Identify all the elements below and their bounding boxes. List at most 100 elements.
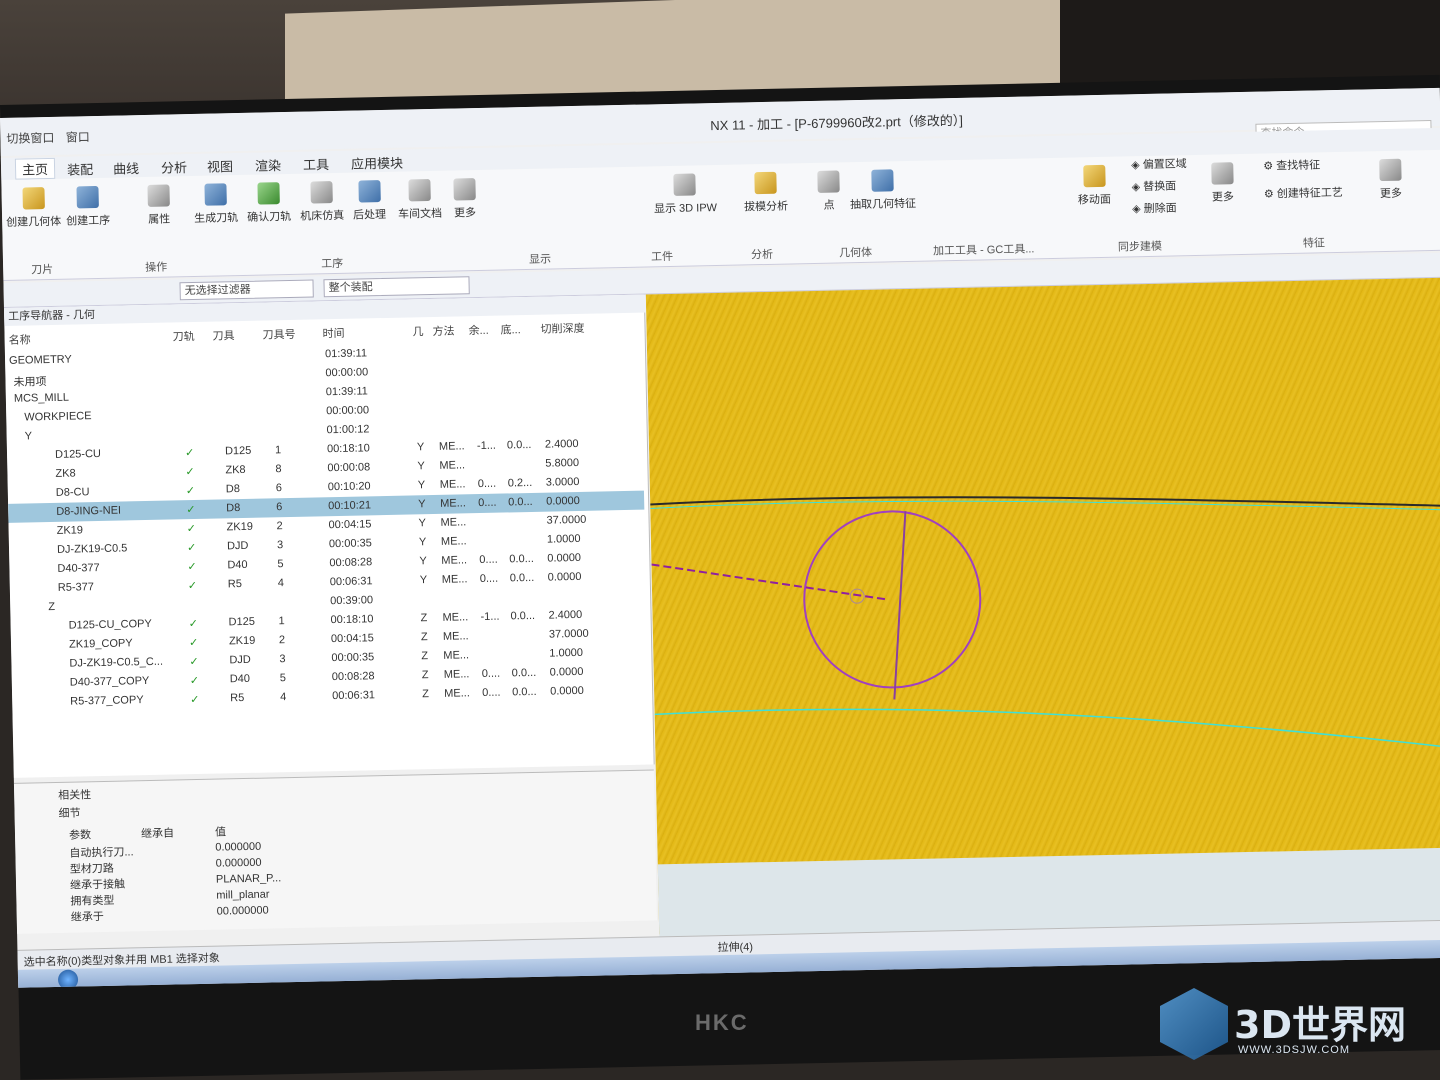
verify-toolpath-button[interactable]: 确认刀轨 (246, 182, 291, 225)
menu-render[interactable]: 渲染 (255, 155, 281, 175)
row-name: R5-377_COPY (70, 694, 144, 708)
quick-access-toolbar[interactable]: 切换窗口 窗口 (6, 128, 98, 147)
row-tool-number: 1 (278, 615, 285, 628)
row-name: Y (24, 430, 33, 443)
col-cut-depth[interactable]: 切削深度 (540, 320, 584, 337)
row-tool-number: 2 (276, 520, 283, 533)
toolpath-icon (204, 183, 227, 206)
delete-face-icon: ◈ (1132, 203, 1144, 216)
quick-access-window[interactable]: 窗口 (66, 130, 90, 144)
assembly-scope-dropdown[interactable]: 整个装配 (323, 276, 470, 298)
row-cut-depth: 3.0000 (545, 475, 580, 489)
create-geometry-button[interactable]: 创建几何体 (5, 187, 61, 230)
row-cut-depth: 2.4000 (548, 608, 583, 622)
row-tool: D8 (225, 483, 241, 496)
row-floor: 0.0... (512, 685, 537, 699)
extract-geometry-button[interactable]: 抽取几何特征 (849, 169, 916, 212)
menu-view[interactable]: 视图 (207, 156, 233, 176)
watermark: 3D世界网 WWW.3DSJW.COM (1160, 988, 1430, 1068)
offset-region-button[interactable]: ◈ 偏置区域 (1131, 155, 1187, 172)
related-section-label[interactable]: 相关性 (58, 786, 91, 803)
row-method: ME... (441, 573, 468, 586)
col-floor[interactable]: 底... (500, 321, 521, 337)
quick-access-switch-window[interactable]: 切换窗口 (6, 131, 54, 146)
point-button[interactable]: 点 (817, 170, 840, 212)
row-cut-depth: 2.4000 (544, 437, 579, 451)
more-sync-button[interactable]: 更多 (1211, 162, 1234, 204)
graphics-viewport[interactable] (645, 277, 1440, 935)
start-orb-icon[interactable] (57, 969, 79, 988)
part-edge-upper-highlight (650, 500, 1440, 511)
menu-curve[interactable]: 曲线 (113, 158, 139, 178)
find-feature-button[interactable]: ⚙ 查找特征 (1263, 156, 1320, 173)
row-tool: D125 (224, 444, 252, 458)
group-feature: 特征 (1302, 237, 1326, 250)
row-floor: 0.2... (507, 476, 533, 490)
group-operations: 工序 (321, 257, 344, 271)
menu-home[interactable]: 主页 (14, 157, 56, 180)
offset-region-icon: ◈ (1131, 159, 1143, 172)
details-section-label[interactable]: 细节 (58, 804, 80, 820)
delete-face-button[interactable]: ◈ 删除面 (1132, 199, 1177, 216)
document-icon (408, 179, 431, 202)
menu-tools[interactable]: 工具 (303, 154, 329, 174)
toolpath-check-icon: ✓ (187, 560, 197, 574)
toolpath-check-icon: ✓ (187, 579, 198, 593)
toolpath-check-icon: ✓ (189, 655, 199, 669)
row-time: 00:18:10 (326, 442, 370, 456)
col-path[interactable]: 刀轨 (172, 328, 195, 344)
menu-analysis[interactable]: 分析 (161, 157, 187, 177)
row-method: ME... (442, 630, 469, 643)
row-geometry: Z (420, 631, 428, 644)
row-name: DJ-ZK19-C0.5_C... (69, 655, 164, 670)
row-method: ME... (438, 440, 465, 453)
more-operations-button[interactable]: 更多 (453, 178, 476, 220)
create-operation-button[interactable]: 创建工序 (65, 185, 110, 229)
tool-circle (803, 510, 982, 689)
row-tool-number: 4 (280, 691, 287, 704)
row-stock: 0.... (479, 572, 499, 586)
menu-assembly[interactable]: 装配 (67, 159, 93, 179)
post-process-button[interactable]: 后处理 (352, 180, 386, 223)
col-name[interactable]: 名称 (8, 331, 31, 347)
col-method[interactable]: 方法 (432, 323, 454, 339)
watermark-cube-icon (1160, 988, 1228, 1060)
row-method: ME... (439, 459, 466, 472)
col-stock[interactable]: 余... (468, 322, 489, 338)
value-3: PLANAR_P... (215, 872, 282, 886)
row-name: D40-377_COPY (69, 674, 150, 689)
col-geometry[interactable]: 几 (412, 323, 423, 339)
more-feature-button[interactable]: 更多 (1379, 158, 1402, 201)
shop-doc-button[interactable]: 车间文档 (397, 179, 442, 222)
row-cut-depth: 0.0000 (547, 551, 582, 565)
more-icon (1211, 162, 1234, 185)
row-name: Z (48, 600, 56, 614)
row-method: ME... (443, 649, 470, 662)
col-tool[interactable]: 刀具 (212, 327, 234, 343)
col-tool-number[interactable]: 刀具号 (262, 326, 295, 343)
value-4: mill_planar (216, 888, 270, 902)
show-3d-ipw-button[interactable]: 显示 3D IPW (653, 173, 717, 216)
row-tool: ZK19 (228, 634, 256, 648)
generate-toolpath-button[interactable]: 生成刀轨 (193, 183, 238, 226)
properties-button[interactable]: 属性 (147, 184, 170, 226)
create-feature-process-button[interactable]: ⚙ 创建特征工艺 (1264, 184, 1343, 202)
replace-face-button[interactable]: ◈ 替换面 (1132, 177, 1177, 194)
row-tool: ZK8 (225, 463, 246, 477)
row-name: ZK19 (56, 524, 84, 537)
row-name: DJ-ZK19-C0.5 (56, 542, 128, 556)
toolpath-check-icon: ✓ (185, 466, 195, 479)
row-stock: 0.... (479, 553, 498, 567)
row-time: 00:10:21 (328, 499, 372, 513)
status-center: 拉伸(4) (717, 941, 754, 955)
col-time[interactable]: 时间 (322, 325, 344, 341)
row-tool: R5 (227, 578, 243, 591)
draft-analysis-button[interactable]: 拔模分析 (743, 171, 788, 215)
machine-simulation-button[interactable]: 机床仿真 (299, 181, 344, 224)
menu-applications[interactable]: 应用模块 (351, 153, 403, 173)
toolpath-check-icon: ✓ (188, 617, 198, 631)
move-face-button[interactable]: 移动面 (1077, 164, 1111, 208)
selection-filter-dropdown[interactable]: 无选择过滤器 (179, 279, 314, 301)
row-name: D125-CU (54, 447, 102, 461)
group-insert: 刀片 (31, 263, 54, 277)
